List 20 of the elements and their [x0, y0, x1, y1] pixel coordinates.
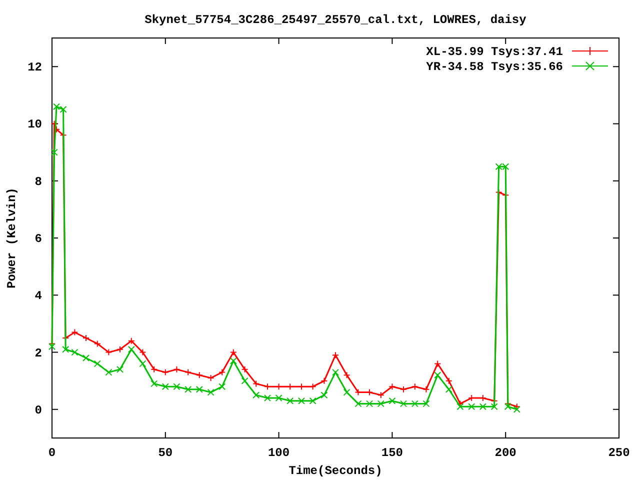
x-tick-label: 200	[494, 446, 516, 460]
legend-label: XL-35.99 Tsys:37.41	[426, 45, 563, 59]
legend-line-sample	[572, 62, 608, 70]
x-tick-label: 150	[381, 446, 403, 460]
y-tick-label: 12	[28, 60, 42, 75]
y-tick-label: 4	[34, 289, 42, 304]
y-tick-label: 0	[34, 403, 42, 418]
y-tick-label: 6	[34, 232, 42, 246]
x-tick-label: 100	[268, 446, 290, 460]
legend-label: YR-34.58 Tsys:35.66	[426, 60, 563, 74]
x-tick-label: 0	[48, 446, 56, 460]
x-axis-title: Time(Seconds)	[288, 464, 382, 478]
x-tick-label: 50	[158, 446, 173, 460]
chart-title: Skynet_57754_3C286_25497_25570_cal.txt, LOWRES, daisy	[144, 13, 526, 27]
x-tick-label: 250	[608, 446, 630, 460]
y-tick-label: 2	[34, 346, 42, 360]
y-axis-title: Power (Kelvin)	[5, 188, 19, 288]
y-tick-label: 10	[28, 118, 42, 132]
y-tick-label: 8	[34, 174, 42, 189]
legend-line-sample	[572, 46, 608, 56]
